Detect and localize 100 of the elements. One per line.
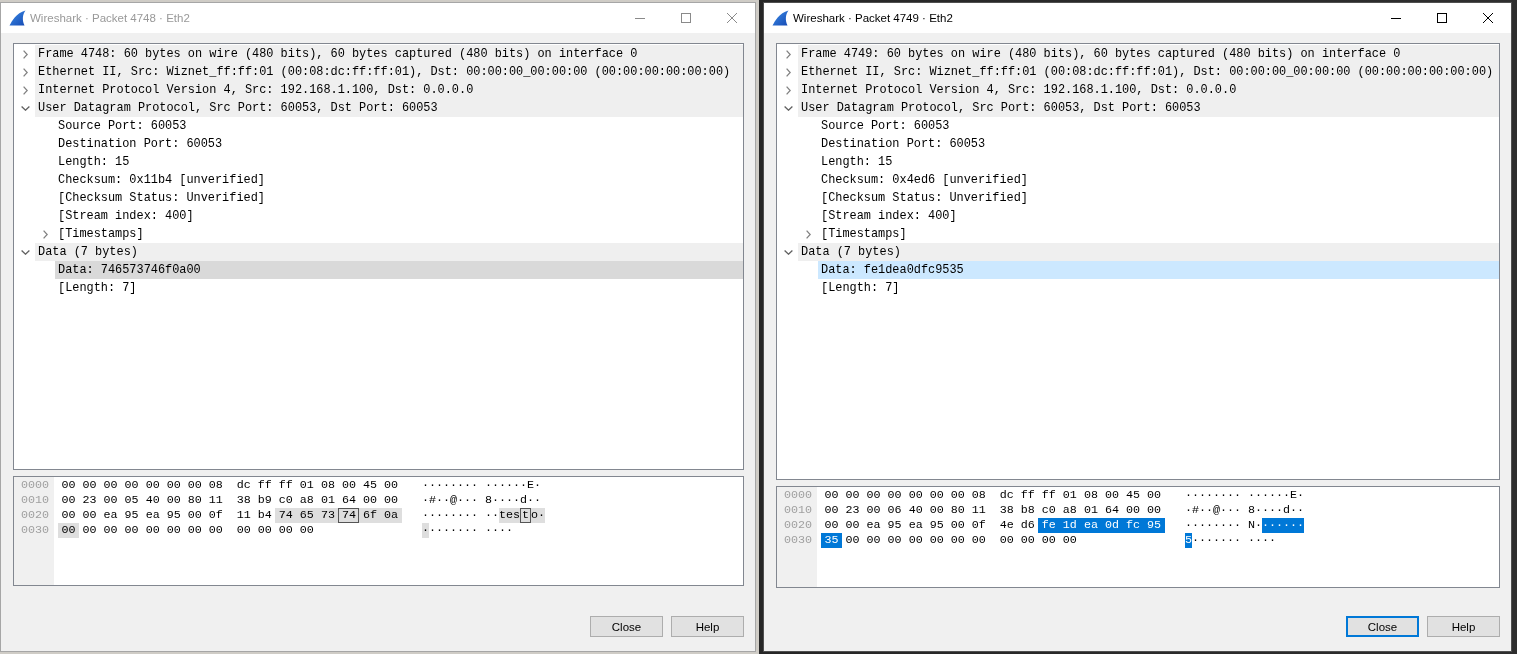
ascii-char[interactable]: · — [1269, 533, 1276, 548]
ascii-char[interactable]: · — [422, 478, 429, 493]
hex-byte[interactable]: 08 — [317, 478, 339, 493]
ascii-char[interactable]: · — [492, 493, 499, 508]
ascii-char[interactable]: · — [464, 508, 471, 523]
ascii-char[interactable]: · — [422, 508, 429, 523]
ascii-char[interactable]: · — [1269, 503, 1276, 518]
hex-byte[interactable]: d6 — [1017, 518, 1039, 533]
dialog-button[interactable]: Help — [1427, 616, 1500, 637]
hex-byte[interactable]: 74 — [275, 508, 297, 523]
ascii-char[interactable]: · — [1262, 503, 1269, 518]
hex-byte[interactable]: 00 — [842, 533, 864, 548]
ascii-char[interactable]: · — [1220, 488, 1227, 503]
hex-byte[interactable]: 11 — [968, 503, 990, 518]
ascii-char[interactable]: · — [534, 478, 541, 493]
ascii-char[interactable]: · — [1192, 488, 1199, 503]
ascii-char[interactable]: d — [1283, 503, 1290, 518]
ascii-char[interactable]: · — [1283, 518, 1290, 533]
tree-row[interactable]: [Stream index: 400] — [818, 207, 960, 225]
ascii-char[interactable]: · — [1290, 518, 1297, 533]
hex-byte[interactable]: c0 — [1038, 503, 1060, 518]
hex-byte[interactable]: 00 — [359, 493, 381, 508]
ascii-char[interactable]: · — [471, 493, 478, 508]
chevron-right-icon[interactable] — [785, 67, 791, 77]
hex-byte[interactable]: 05 — [121, 493, 143, 508]
hex-byte[interactable]: 00 — [380, 478, 402, 493]
ascii-char[interactable]: e — [506, 508, 513, 523]
ascii-char[interactable]: 8 — [485, 493, 492, 508]
hex-byte[interactable]: 00 — [58, 523, 80, 538]
ascii-char[interactable]: · — [1199, 518, 1206, 533]
ascii-char[interactable]: · — [492, 523, 499, 538]
ascii-char[interactable]: · — [1185, 518, 1192, 533]
ascii-char[interactable]: · — [1297, 518, 1304, 533]
hex-byte[interactable]: 95 — [121, 508, 143, 523]
ascii-char[interactable]: E — [527, 478, 534, 493]
hex-byte[interactable]: 95 — [1143, 518, 1165, 533]
hex-byte[interactable]: 65 — [296, 508, 318, 523]
tree-row[interactable]: Checksum: 0x4ed6 [unverified] — [818, 171, 1031, 189]
hex-byte[interactable]: 45 — [359, 478, 381, 493]
hex-byte[interactable]: 6f — [359, 508, 381, 523]
hex-byte[interactable]: ea — [100, 508, 122, 523]
chevron-down-icon[interactable] — [783, 249, 793, 255]
tree-row[interactable]: Data (7 bytes) — [35, 243, 743, 261]
tree-row[interactable]: Length: 15 — [818, 153, 896, 171]
ascii-char[interactable]: · — [513, 493, 520, 508]
ascii-char[interactable]: · — [506, 493, 513, 508]
hex-byte[interactable]: 00 — [100, 478, 122, 493]
ascii-char[interactable]: · — [499, 493, 506, 508]
ascii-char[interactable]: · — [1262, 488, 1269, 503]
ascii-char[interactable]: @ — [450, 493, 457, 508]
hex-byte[interactable]: 00 — [184, 478, 206, 493]
ascii-char[interactable]: · — [1269, 488, 1276, 503]
ascii-char[interactable]: · — [513, 478, 520, 493]
hex-byte[interactable]: c0 — [275, 493, 297, 508]
ascii-char[interactable]: · — [443, 493, 450, 508]
ascii-char[interactable]: · — [1234, 533, 1241, 548]
ascii-char[interactable]: · — [1290, 503, 1297, 518]
hex-byte[interactable]: 00 — [163, 478, 185, 493]
tree-row[interactable]: Ethernet II, Src: Wiznet_ff:ff:01 (00:08:dc:ff:ff:01), Dst: 00:00:00_00:00:00 (00:00:00:00:00:00) — [798, 63, 1499, 81]
ascii-char[interactable]: · — [436, 493, 443, 508]
hex-byte[interactable]: 00 — [926, 488, 948, 503]
hex-byte[interactable]: 06 — [884, 503, 906, 518]
ascii-char[interactable]: · — [485, 508, 492, 523]
ascii-char[interactable]: 8 — [1248, 503, 1255, 518]
hex-byte[interactable]: 08 — [1080, 488, 1102, 503]
ascii-char[interactable]: · — [1199, 503, 1206, 518]
hex-byte[interactable]: 00 — [1038, 533, 1060, 548]
hex-byte[interactable]: fc — [1122, 518, 1144, 533]
tree-row[interactable]: Checksum: 0x11b4 [unverified] — [55, 171, 268, 189]
ascii-char[interactable]: · — [1276, 518, 1283, 533]
ascii-char[interactable]: · — [1199, 488, 1206, 503]
ascii-char[interactable]: · — [1213, 488, 1220, 503]
hex-byte[interactable]: 11 — [205, 493, 227, 508]
ascii-char[interactable]: · — [1297, 503, 1304, 518]
ascii-char[interactable]: · — [520, 478, 527, 493]
ascii-char[interactable]: · — [429, 478, 436, 493]
hex-byte[interactable]: ea — [905, 518, 927, 533]
ascii-char[interactable]: d — [520, 493, 527, 508]
ascii-char[interactable]: · — [1227, 503, 1234, 518]
tree-row[interactable]: Data: 746573746f0a00 — [55, 261, 743, 279]
ascii-char[interactable]: · — [443, 478, 450, 493]
ascii-char[interactable]: · — [1227, 533, 1234, 548]
ascii-char[interactable]: # — [1192, 503, 1199, 518]
ascii-char[interactable]: · — [436, 478, 443, 493]
ascii-char[interactable]: o — [531, 508, 538, 523]
chevron-right-icon[interactable] — [22, 49, 28, 59]
hex-byte[interactable]: 00 — [338, 478, 360, 493]
hex-byte[interactable]: 00 — [254, 523, 276, 538]
ascii-char[interactable]: · — [1206, 533, 1213, 548]
ascii-char[interactable]: · — [1248, 533, 1255, 548]
hex-byte[interactable]: 00 — [1122, 503, 1144, 518]
ascii-char[interactable]: · — [1185, 488, 1192, 503]
hex-byte[interactable]: 00 — [380, 493, 402, 508]
ascii-char[interactable]: · — [1206, 503, 1213, 518]
ascii-char[interactable]: · — [1199, 533, 1206, 548]
dialog-button[interactable]: Close — [1346, 616, 1419, 637]
hex-byte[interactable]: 08 — [205, 478, 227, 493]
ascii-char[interactable]: E — [1290, 488, 1297, 503]
tree-row[interactable]: Source Port: 60053 — [818, 117, 953, 135]
ascii-char[interactable]: · — [492, 508, 499, 523]
